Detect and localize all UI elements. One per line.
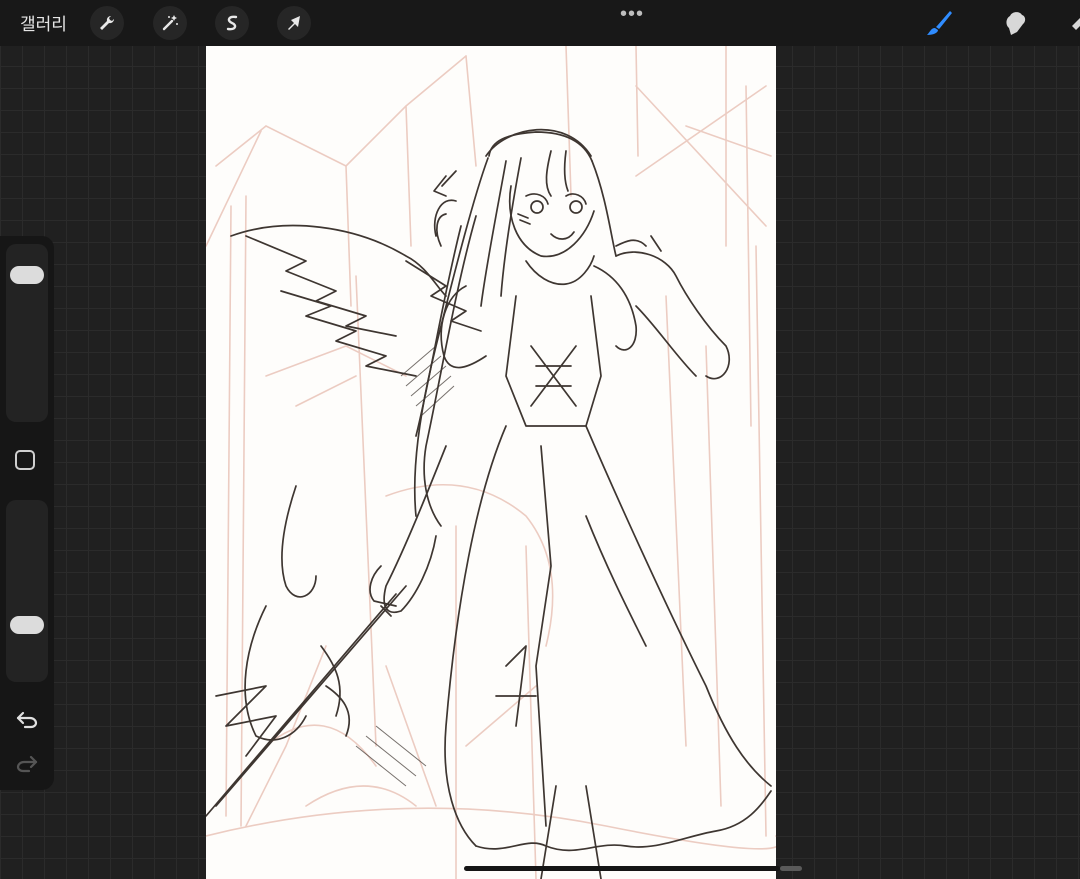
more-options-button[interactable]: ••• [620, 3, 644, 26]
brush-size-slider[interactable] [6, 244, 48, 422]
gallery-button[interactable]: 갤러리 [20, 10, 67, 35]
selection-s-icon [226, 15, 238, 31]
brush-size-thumb[interactable] [10, 266, 44, 284]
undo-icon [16, 711, 38, 729]
arrow-cursor-icon [288, 16, 300, 30]
redo-icon [16, 755, 38, 773]
brush-button[interactable] [922, 6, 956, 40]
home-indicator[interactable] [464, 866, 780, 871]
opacity-slider[interactable] [6, 500, 48, 682]
selection-button[interactable] [215, 6, 249, 40]
redo-button[interactable] [15, 752, 39, 774]
smudge-button[interactable] [997, 6, 1031, 40]
sketch-artwork [206, 46, 776, 879]
eraser-button[interactable] [1064, 6, 1080, 40]
brush-icon [927, 11, 952, 35]
brush-sidebar [0, 236, 54, 790]
drawing-canvas[interactable] [206, 46, 776, 879]
top-toolbar: 갤러리 ••• [0, 0, 1080, 46]
home-indicator-tail [780, 866, 802, 871]
magic-wand-icon [162, 15, 178, 31]
smudge-icon [1006, 12, 1026, 35]
wrench-icon [100, 15, 115, 30]
undo-button[interactable] [15, 708, 39, 730]
opacity-thumb[interactable] [10, 616, 44, 634]
adjustments-button[interactable] [153, 6, 187, 40]
modify-button[interactable] [15, 450, 35, 470]
transform-button[interactable] [277, 6, 311, 40]
eraser-icon [1072, 18, 1080, 30]
actions-button[interactable] [90, 6, 124, 40]
